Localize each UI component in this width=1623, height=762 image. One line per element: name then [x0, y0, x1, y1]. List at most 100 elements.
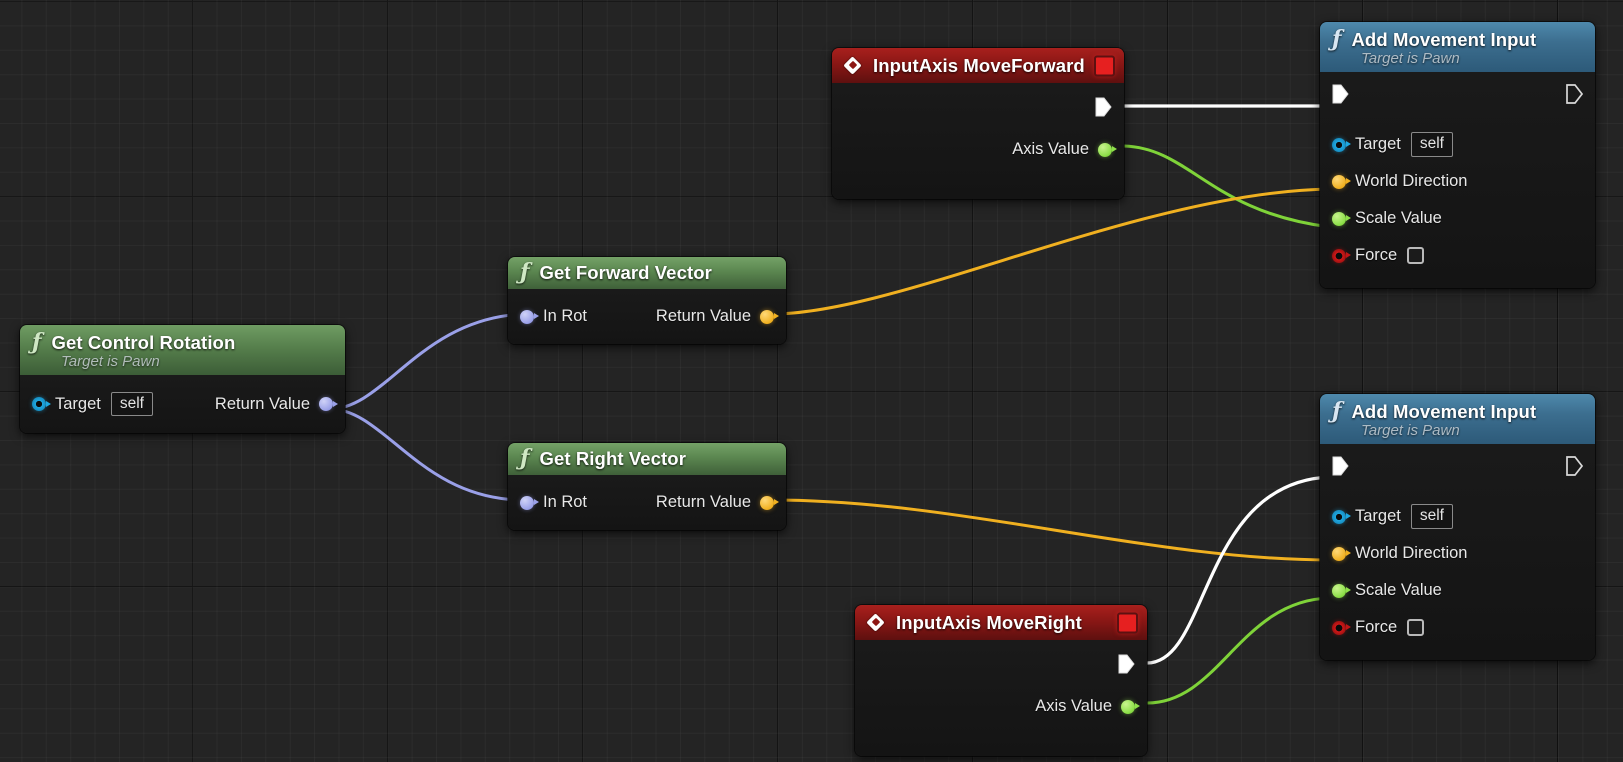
node-title: Add Movement Input	[1351, 29, 1537, 50]
node-body: In Rot Return Value	[508, 289, 786, 344]
pin-label-scale-value: Scale Value	[1355, 209, 1442, 227]
force-checkbox[interactable]	[1407, 619, 1425, 636]
return-value-output-pin[interactable]	[760, 495, 779, 510]
scale-value-input-pin[interactable]	[1332, 211, 1351, 226]
pin-row-return-value[interactable]: Return Value	[599, 475, 786, 530]
exec-output-pin[interactable]	[1566, 456, 1583, 476]
pin-label-target: Target	[1355, 507, 1401, 525]
world-direction-input-pin[interactable]	[1332, 546, 1351, 561]
target-self-value[interactable]: self	[110, 391, 153, 417]
node-header[interactable]: ƒ Get Forward Vector	[508, 257, 786, 289]
pin-row-exec-out[interactable]	[832, 83, 1124, 131]
node-input-axis-move-forward[interactable]: InputAxis MoveForward Axis Value	[832, 48, 1124, 199]
pin-label-axis-value: Axis Value	[1035, 697, 1112, 715]
event-delegate-indicator-icon[interactable]	[1117, 612, 1138, 633]
pin-row-in-rot[interactable]: In Rot	[508, 289, 599, 344]
pin-row-scale-value[interactable]: Scale Value	[1320, 572, 1595, 609]
pin-row-in-rot[interactable]: In Rot	[508, 475, 599, 530]
pin-row-world-direction[interactable]: World Direction	[1320, 163, 1595, 200]
pin-label-return-value: Return Value	[655, 307, 751, 325]
force-input-pin[interactable]	[1332, 620, 1351, 635]
node-subtitle: Target is Pawn	[61, 353, 160, 370]
exec-output-pin[interactable]	[1566, 84, 1583, 104]
pin-label-return-value: Return Value	[214, 394, 310, 413]
pin-label-target: Target	[1355, 135, 1401, 153]
pin-row-target[interactable]: Target self	[20, 375, 165, 433]
node-body: Target self World Direction Scale Value …	[1320, 444, 1595, 660]
pin-row-world-direction[interactable]: World Direction	[1320, 535, 1595, 572]
event-diamond-icon	[844, 57, 863, 76]
pin-label-return-value: Return Value	[655, 493, 751, 511]
function-f-icon: ƒ	[32, 329, 42, 356]
pin-row-force[interactable]: Force	[1320, 609, 1595, 646]
node-add-movement-input-right[interactable]: ƒ Add Movement Input Target is Pawn Targ…	[1320, 394, 1595, 660]
pin-row-axis-value[interactable]: Axis Value	[855, 688, 1147, 725]
pin-row-target[interactable]: Target self	[1320, 126, 1595, 163]
exec-output-pin[interactable]	[1095, 97, 1112, 117]
function-f-icon: ƒ	[520, 259, 530, 286]
target-input-pin[interactable]	[32, 397, 51, 411]
pin-row-target[interactable]: Target self	[1320, 498, 1595, 535]
force-checkbox[interactable]	[1407, 247, 1425, 264]
in-rot-input-pin[interactable]	[520, 495, 539, 510]
exec-output-pin[interactable]	[1118, 654, 1135, 674]
node-body: In Rot Return Value	[508, 475, 786, 530]
world-direction-input-pin[interactable]	[1332, 174, 1351, 189]
pin-row-exec-in[interactable]	[1320, 444, 1595, 488]
in-rot-input-pin[interactable]	[520, 309, 539, 324]
node-header[interactable]: ƒ Add Movement Input Target is Pawn	[1320, 394, 1595, 444]
node-get-right-vector[interactable]: ƒ Get Right Vector In Rot Return Value	[508, 443, 786, 530]
pin-label-world-direction: World Direction	[1355, 544, 1468, 562]
node-header[interactable]: InputAxis MoveRight	[855, 605, 1147, 640]
pin-label-target: Target	[55, 394, 101, 413]
pin-label-world-direction: World Direction	[1355, 172, 1468, 190]
function-f-icon: ƒ	[1332, 398, 1342, 425]
node-get-forward-vector[interactable]: ƒ Get Forward Vector In Rot Return Value	[508, 257, 786, 344]
wire-rotation-to-right-vector	[328, 407, 526, 502]
node-header[interactable]: InputAxis MoveForward	[832, 48, 1124, 83]
force-input-pin[interactable]	[1332, 248, 1351, 263]
pin-label-in-rot: In Rot	[543, 493, 588, 511]
node-header[interactable]: ƒ Get Right Vector	[508, 443, 786, 475]
exec-input-pin[interactable]	[1332, 456, 1349, 476]
node-body: Axis Value	[832, 83, 1124, 199]
pin-row-return-value[interactable]: Return Value	[599, 289, 786, 344]
pin-row-force[interactable]: Force	[1320, 237, 1595, 274]
node-input-axis-move-right[interactable]: InputAxis MoveRight Axis Value	[855, 605, 1147, 756]
node-title: Get Control Rotation	[51, 332, 236, 353]
pin-label-axis-value: Axis Value	[1012, 140, 1089, 158]
pin-label-scale-value: Scale Value	[1355, 581, 1442, 599]
event-delegate-indicator-icon[interactable]	[1094, 55, 1115, 76]
pin-row-exec-in[interactable]	[1320, 72, 1595, 116]
exec-input-pin[interactable]	[1332, 84, 1349, 104]
node-body: Target self World Direction Scale Value …	[1320, 72, 1595, 288]
node-title: InputAxis MoveForward	[873, 55, 1085, 76]
function-f-icon: ƒ	[520, 445, 530, 472]
pin-row-exec-out[interactable]	[855, 640, 1147, 688]
return-value-output-pin[interactable]	[319, 397, 338, 411]
wire-axis-right-scale	[1145, 596, 1332, 705]
return-value-output-pin[interactable]	[760, 309, 779, 324]
wire-axis-forward-scale	[1122, 144, 1332, 229]
node-title: InputAxis MoveRight	[896, 612, 1082, 633]
node-get-control-rotation[interactable]: ƒ Get Control Rotation Target is Pawn Ta…	[20, 325, 345, 433]
pin-row-axis-value[interactable]: Axis Value	[832, 131, 1124, 168]
scale-value-input-pin[interactable]	[1332, 583, 1351, 598]
target-self-value[interactable]: self	[1410, 132, 1453, 157]
wire-exec-right	[1145, 475, 1332, 665]
target-self-value[interactable]: self	[1410, 504, 1453, 529]
blueprint-graph-canvas[interactable]: InputAxis MoveForward Axis Value ƒ Add M…	[0, 0, 1623, 762]
target-input-pin[interactable]	[1332, 509, 1351, 524]
node-title: Get Forward Vector	[539, 262, 712, 283]
axis-value-output-pin[interactable]	[1098, 142, 1117, 157]
node-body: Axis Value	[855, 640, 1147, 756]
axis-value-output-pin[interactable]	[1121, 699, 1140, 714]
node-header[interactable]: ƒ Get Control Rotation Target is Pawn	[20, 325, 345, 375]
node-header[interactable]: ƒ Add Movement Input Target is Pawn	[1320, 22, 1595, 72]
target-input-pin[interactable]	[1332, 137, 1351, 152]
node-add-movement-input-forward[interactable]: ƒ Add Movement Input Target is Pawn Targ…	[1320, 22, 1595, 288]
pin-row-return-value[interactable]: Return Value	[165, 375, 345, 433]
pin-label-force: Force	[1355, 246, 1398, 264]
node-subtitle: Target is Pawn	[1361, 50, 1460, 67]
pin-row-scale-value[interactable]: Scale Value	[1320, 200, 1595, 237]
